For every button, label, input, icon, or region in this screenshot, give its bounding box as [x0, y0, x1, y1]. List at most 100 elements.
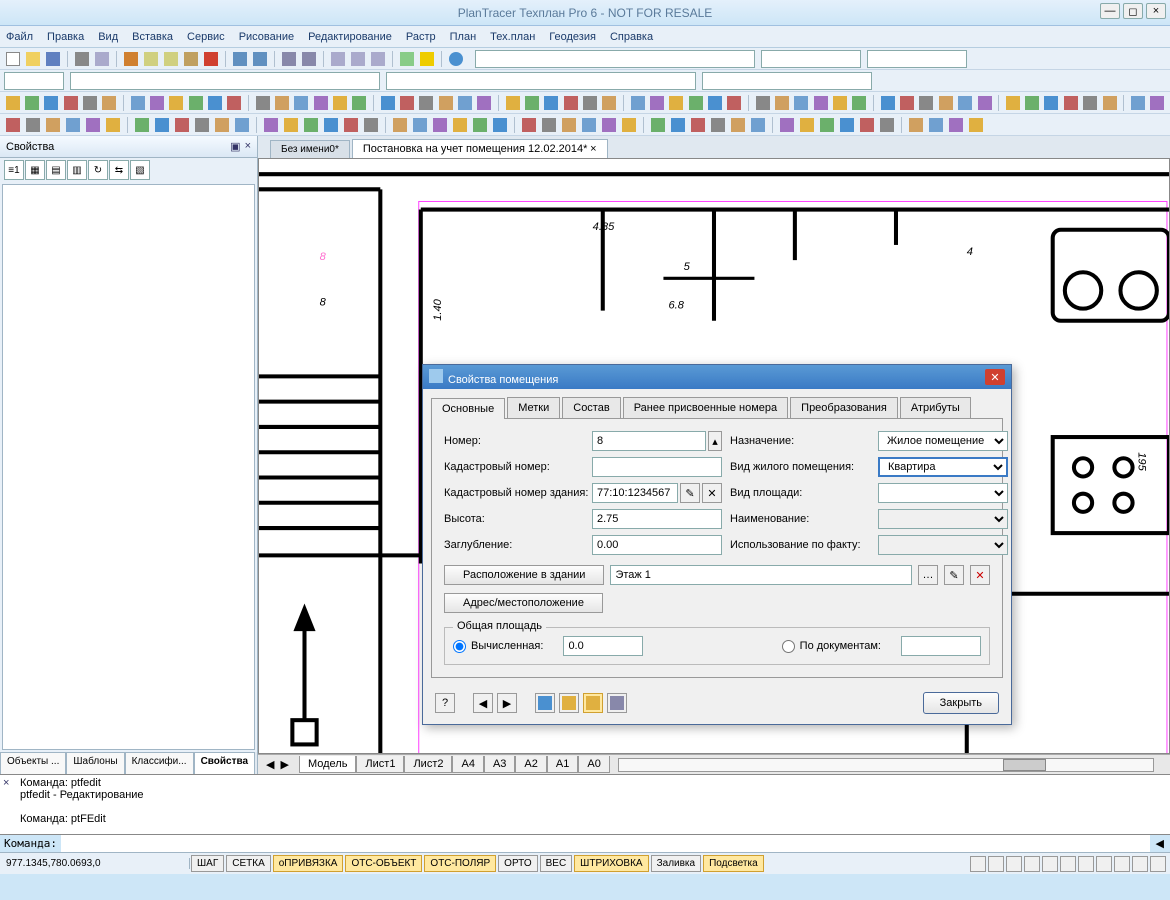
- zoom-out-icon[interactable]: [300, 50, 318, 68]
- status-icon-4[interactable]: [1024, 856, 1040, 872]
- toolbar-icon[interactable]: [206, 94, 223, 112]
- toolbar-icon[interactable]: [918, 94, 935, 112]
- edit-cadastral-icon[interactable]: ✎: [680, 483, 700, 503]
- dlg-tool4-icon[interactable]: [607, 693, 627, 713]
- status-toggle-штриховка[interactable]: ШТРИХОВКА: [574, 855, 648, 872]
- open-icon[interactable]: [24, 50, 42, 68]
- panel-pin-icon[interactable]: ▣: [230, 140, 240, 153]
- toolbar-icon[interactable]: [649, 116, 667, 134]
- toolbar-icon[interactable]: [726, 94, 743, 112]
- computed-radio[interactable]: [453, 640, 466, 653]
- sheet-tab-a2[interactable]: A2: [515, 756, 546, 773]
- toolbar-icon[interactable]: [193, 116, 211, 134]
- toolbar-icon[interactable]: [898, 94, 915, 112]
- sheet-tab-a3[interactable]: A3: [484, 756, 515, 773]
- dlg-tab-composition[interactable]: Состав: [562, 397, 620, 418]
- toolbar-icon[interactable]: [562, 94, 579, 112]
- toolbar-icon[interactable]: [64, 116, 82, 134]
- toolbar-icon[interactable]: [471, 116, 489, 134]
- tabs-prev-icon[interactable]: ◀: [266, 758, 274, 771]
- command-input[interactable]: [61, 835, 1150, 852]
- prop-btn-3[interactable]: ▤: [46, 160, 66, 180]
- toolbar-icon[interactable]: [148, 94, 165, 112]
- preview-icon[interactable]: [93, 50, 111, 68]
- status-icon-9[interactable]: [1114, 856, 1130, 872]
- status-icon-10[interactable]: [1132, 856, 1148, 872]
- minimize-button[interactable]: —: [1100, 3, 1120, 19]
- layer-icon[interactable]: [418, 50, 436, 68]
- doc-tab-0[interactable]: Без имени0*: [270, 140, 350, 158]
- linetype-select[interactable]: [761, 50, 861, 68]
- status-icon-3[interactable]: [1006, 856, 1022, 872]
- dlg-next-icon[interactable]: ▶: [497, 693, 517, 713]
- toolbar-icon[interactable]: [1082, 94, 1099, 112]
- tab-objects[interactable]: Объекты ...: [0, 752, 66, 774]
- toolbar-icon[interactable]: [418, 94, 435, 112]
- toolbar-icon[interactable]: [62, 94, 79, 112]
- status-toggle-опривязка[interactable]: оПРИВЯЗКА: [273, 855, 344, 872]
- prop-btn-7[interactable]: ▧: [130, 160, 150, 180]
- zoom-extents-icon[interactable]: [349, 50, 367, 68]
- status-toggle-отс-поляр[interactable]: ОТС-ПОЛЯР: [424, 855, 496, 872]
- toolbar-icon[interactable]: [44, 116, 62, 134]
- toolbar-icon[interactable]: [262, 116, 280, 134]
- status-icon-1[interactable]: [970, 856, 986, 872]
- scale-input[interactable]: [4, 72, 64, 90]
- status-icon-7[interactable]: [1078, 856, 1094, 872]
- prop-btn-6[interactable]: ⇆: [109, 160, 129, 180]
- menu-raster[interactable]: Растр: [406, 31, 436, 43]
- save-icon[interactable]: [44, 50, 62, 68]
- toolbar-icon[interactable]: [838, 116, 856, 134]
- toolbar-icon[interactable]: [773, 94, 790, 112]
- toolbar-icon[interactable]: [689, 116, 707, 134]
- doc-tab-1[interactable]: Постановка на учет помещения 12.02.2014*…: [352, 139, 608, 158]
- panel-close-icon[interactable]: ×: [245, 140, 251, 153]
- toolbar-icon[interactable]: [793, 94, 810, 112]
- close-window-button[interactable]: ×: [1146, 3, 1166, 19]
- toolbar-icon[interactable]: [1004, 94, 1021, 112]
- toolbar-icon[interactable]: [600, 116, 618, 134]
- radio-computed[interactable]: Вычисленная:: [453, 640, 543, 653]
- by-docs-radio[interactable]: [782, 640, 795, 653]
- toolbar-icon[interactable]: [798, 116, 816, 134]
- toolbar-icon[interactable]: [520, 116, 538, 134]
- menu-help[interactable]: Справка: [610, 31, 653, 43]
- toolbar-icon[interactable]: [937, 94, 954, 112]
- toolbar-icon[interactable]: [322, 116, 340, 134]
- toolbar-icon[interactable]: [543, 94, 560, 112]
- style-select-3[interactable]: [702, 72, 872, 90]
- usage-select[interactable]: [878, 535, 1008, 555]
- toolbar-icon[interactable]: [233, 116, 251, 134]
- toolbar-icon[interactable]: [976, 94, 993, 112]
- toolbar-icon[interactable]: [878, 116, 896, 134]
- toolbar-icon[interactable]: [967, 116, 985, 134]
- dialog-close-button[interactable]: Закрыть: [923, 692, 999, 714]
- toolbar-icon[interactable]: [456, 94, 473, 112]
- dwelling-type-select[interactable]: Квартира: [878, 457, 1008, 477]
- toolbar-icon[interactable]: [476, 94, 493, 112]
- menu-file[interactable]: Файл: [6, 31, 33, 43]
- toolbar-icon[interactable]: [1062, 94, 1079, 112]
- prop-btn-5[interactable]: ↻: [88, 160, 108, 180]
- spinner-up-icon[interactable]: ▴: [708, 431, 722, 451]
- print-icon[interactable]: [73, 50, 91, 68]
- dlg-tab-main[interactable]: Основные: [431, 398, 505, 419]
- clear-cadastral-icon[interactable]: ✕: [702, 483, 722, 503]
- menu-modify[interactable]: Редактирование: [308, 31, 392, 43]
- menu-plan[interactable]: План: [450, 31, 477, 43]
- height-field[interactable]: [592, 509, 722, 529]
- dlg-tab-transform[interactable]: Преобразования: [790, 397, 898, 418]
- toolbar-icon[interactable]: [580, 116, 598, 134]
- lineweight-select[interactable]: [867, 50, 967, 68]
- toolbar-icon[interactable]: [451, 116, 469, 134]
- tab-properties[interactable]: Свойства: [194, 752, 256, 774]
- menu-geodesy[interactable]: Геодезия: [549, 31, 596, 43]
- menu-view[interactable]: Вид: [98, 31, 118, 43]
- location-delete-icon[interactable]: ✕: [970, 565, 990, 585]
- cut-icon[interactable]: [122, 50, 140, 68]
- menu-edit[interactable]: Правка: [47, 31, 84, 43]
- undo-icon[interactable]: [231, 50, 249, 68]
- status-toggle-подсветка[interactable]: Подсветка: [703, 855, 764, 872]
- toolbar-icon[interactable]: [754, 94, 771, 112]
- status-icon-8[interactable]: [1096, 856, 1112, 872]
